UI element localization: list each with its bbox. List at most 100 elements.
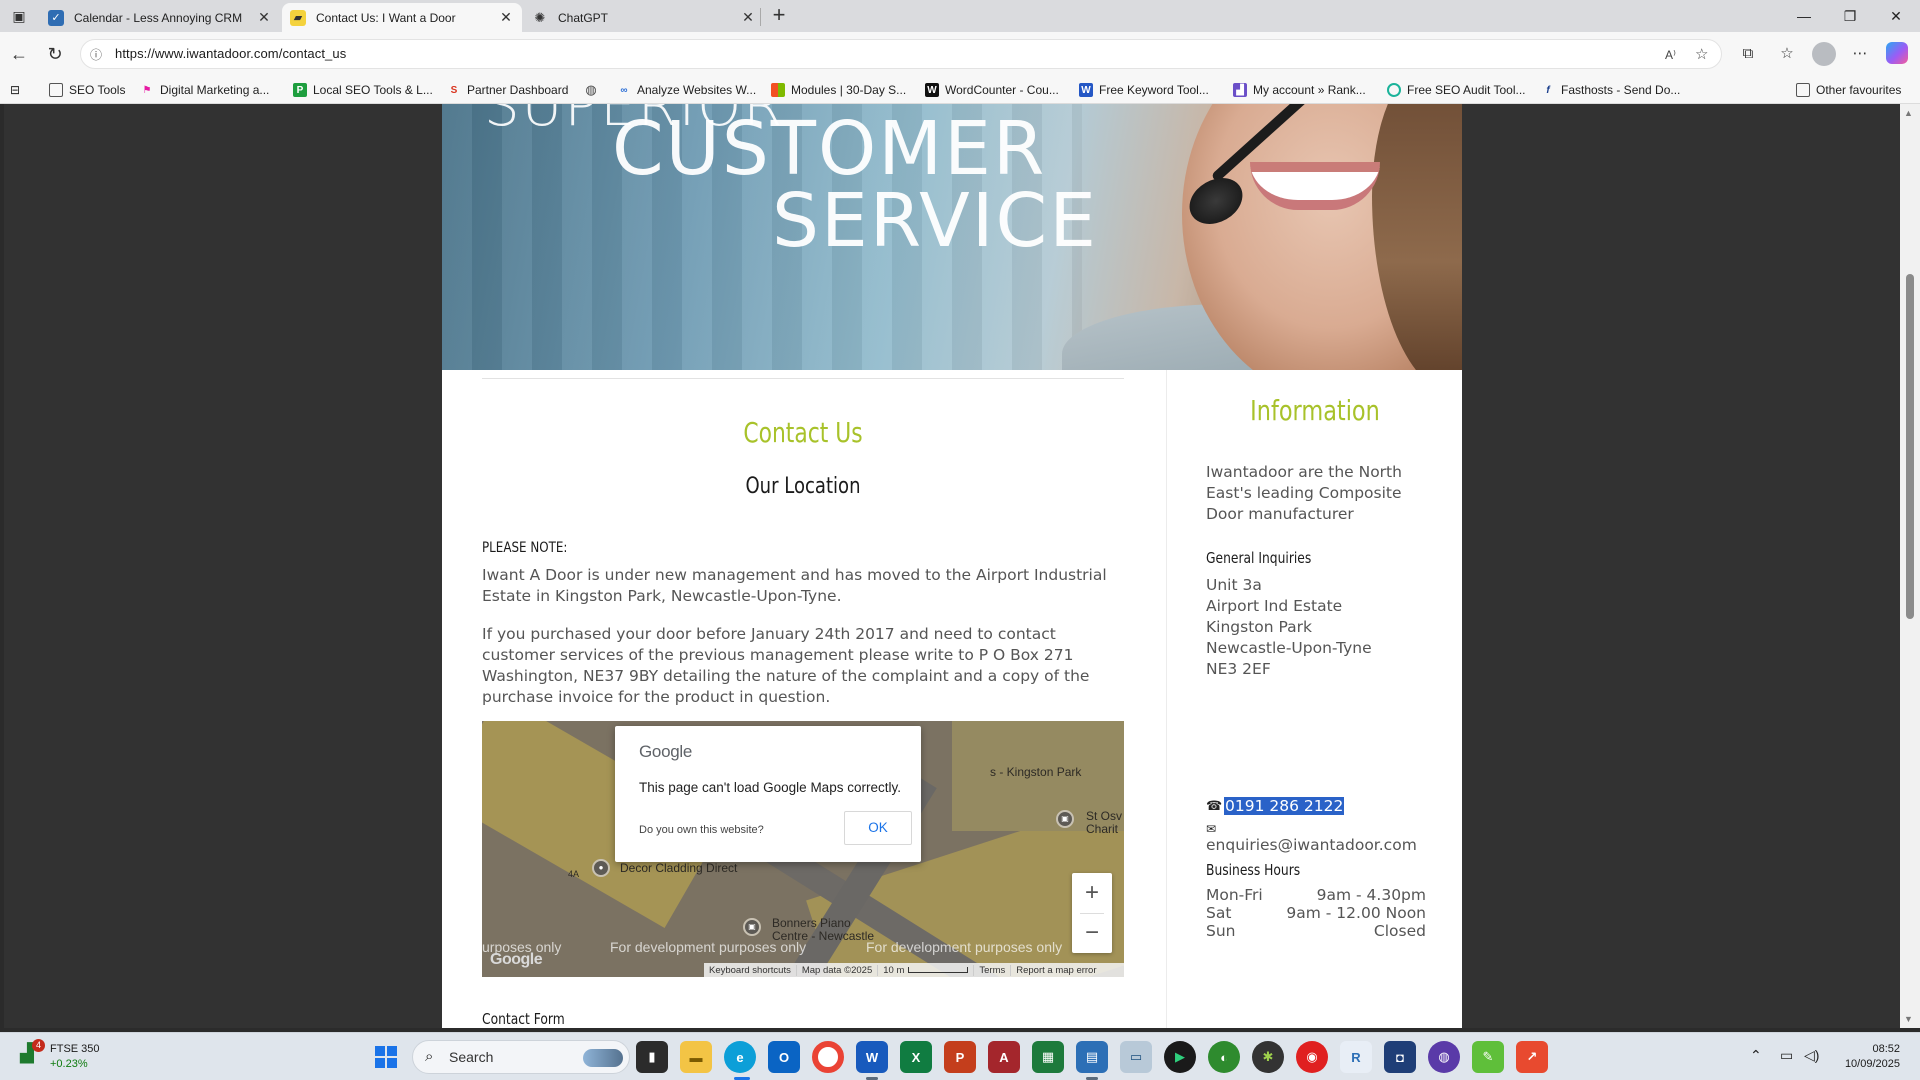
fav-wordcounter[interactable]: W WordCounter - Cou...: [925, 81, 1059, 99]
refresh-button[interactable]: ↻: [42, 41, 68, 67]
tab-calendar-crm[interactable]: ✓ Calendar - Less Annoying CRM ✕: [40, 3, 280, 32]
dialog-question[interactable]: Do you own this website?: [639, 824, 764, 836]
google-logo[interactable]: Google: [490, 951, 543, 969]
favourites-icon[interactable]: ☆: [1775, 42, 1799, 66]
profile-avatar[interactable]: [1812, 42, 1836, 66]
scroll-up-icon[interactable]: ▲: [1904, 108, 1913, 118]
tab-chatgpt[interactable]: ✺ ChatGPT ✕: [524, 3, 764, 32]
zoom-out-button[interactable]: −: [1072, 913, 1112, 953]
fav-free-keyword[interactable]: W Free Keyword Tool...: [1079, 81, 1209, 99]
outlook-icon[interactable]: O: [768, 1041, 800, 1073]
gear-app-icon[interactable]: ✱: [1252, 1041, 1284, 1073]
purple-app-icon[interactable]: ◍: [1428, 1041, 1460, 1073]
task-view-icon[interactable]: ▮: [636, 1041, 668, 1073]
powerpoint-icon[interactable]: P: [944, 1041, 976, 1073]
close-icon[interactable]: ✕: [498, 9, 514, 26]
url-text[interactable]: https://www.iwantadoor.com/contact_us: [115, 46, 346, 61]
site-info-icon[interactable]: ⓘ: [90, 46, 102, 63]
minimize-button[interactable]: —: [1781, 0, 1827, 32]
fav-local-seo-tools[interactable]: P Local SEO Tools & L...: [293, 81, 433, 99]
map-zoom-control: + −: [1072, 873, 1112, 953]
access-icon[interactable]: A: [988, 1041, 1020, 1073]
fav-seo-tools[interactable]: SEO Tools: [49, 81, 125, 99]
map-scale[interactable]: 10 m: [878, 964, 975, 976]
fav-modules[interactable]: Modules | 30-Day S...: [771, 81, 906, 99]
extensions-icon[interactable]: ⧉: [1736, 42, 1760, 66]
back-button[interactable]: ←: [6, 41, 32, 67]
map-error-dialog: Google This page can't load Google Maps …: [615, 726, 921, 862]
volume-icon[interactable]: ◁): [1804, 1047, 1819, 1064]
chrome-icon[interactable]: [812, 1041, 844, 1073]
rdp-icon[interactable]: ▭: [1120, 1041, 1152, 1073]
dialog-ok-button[interactable]: OK: [844, 811, 912, 845]
close-icon[interactable]: ✕: [740, 9, 756, 26]
publisher-icon[interactable]: ▦: [1032, 1041, 1064, 1073]
favourite-star-icon[interactable]: ☆: [1695, 45, 1708, 63]
address-bar[interactable]: ⓘ https://www.iwantadoor.com/contact_us …: [80, 39, 1722, 69]
map-lock-pin-icon[interactable]: ▣: [743, 918, 761, 936]
localseo-icon: P: [293, 83, 307, 97]
red-app-icon[interactable]: ◉: [1296, 1041, 1328, 1073]
calculator-app-icon[interactable]: ▤: [1076, 1041, 1108, 1073]
fav-other-favourites[interactable]: Other favourites: [1796, 81, 1901, 99]
map-label-unit: 4A: [568, 869, 580, 879]
remote-app-icon[interactable]: R: [1340, 1041, 1372, 1073]
read-aloud-icon[interactable]: A⁾: [1665, 48, 1676, 62]
map-label-decor[interactable]: Decor Cladding Direct: [620, 861, 737, 875]
map-dev-watermark: For development purposes only: [610, 939, 807, 955]
fav-globe[interactable]: ◍: [584, 81, 604, 99]
map-label-charit[interactable]: Charit: [1086, 822, 1118, 836]
map-lock-pin-icon[interactable]: ▣: [1056, 810, 1074, 828]
fav-partner-dashboard[interactable]: S Partner Dashboard: [447, 81, 569, 99]
page-scrollbar[interactable]: ▲ ▼: [1900, 104, 1920, 1028]
tab-contact-us[interactable]: ▰ Contact Us: I Want a Door ✕: [282, 3, 522, 32]
general-inquiries-heading: General Inquiries: [1206, 549, 1312, 567]
green-app-icon[interactable]: ◐: [1208, 1041, 1240, 1073]
close-window-button[interactable]: ✕: [1873, 0, 1919, 32]
flag-icon: ⚑: [142, 84, 152, 96]
taskbar-search[interactable]: ⌕ Search: [412, 1040, 630, 1074]
widget-badge: 4: [32, 1039, 45, 1052]
collections-icon[interactable]: ⊟: [10, 81, 20, 99]
map-data-text: Map data ©2025: [797, 964, 879, 976]
media-icon[interactable]: ▶: [1164, 1041, 1196, 1073]
fav-digital-marketing[interactable]: ⚑ Digital Marketing a...: [140, 81, 270, 99]
map-label-kingston[interactable]: s - Kingston Park: [990, 765, 1081, 779]
tab-actions-icon[interactable]: ▣: [8, 6, 30, 26]
widget-value[interactable]: +0.23%: [50, 1058, 88, 1070]
map-label-bonners[interactable]: Bonners Piano: [772, 916, 851, 930]
close-icon[interactable]: ✕: [256, 9, 272, 26]
terms-link[interactable]: Terms: [974, 964, 1012, 976]
start-button[interactable]: [375, 1046, 397, 1068]
google-map[interactable]: s - Kingston Park ▣ St Osv Charit 4A ● D…: [482, 721, 1124, 977]
scrollbar-thumb[interactable]: [1906, 274, 1914, 619]
restore-button[interactable]: ❐: [1827, 0, 1873, 32]
keyboard-shortcuts-link[interactable]: Keyboard shortcuts: [704, 964, 797, 976]
clock-time: 08:52: [1872, 1043, 1900, 1055]
copilot-icon[interactable]: [1886, 42, 1908, 64]
phone-number[interactable]: 0191 286 2122: [1224, 797, 1345, 815]
widget-name[interactable]: FTSE 350: [50, 1043, 100, 1055]
fav-analyze-websites[interactable]: ∞ Analyze Websites W...: [617, 81, 756, 99]
zoom-in-button[interactable]: +: [1072, 873, 1112, 913]
edge-icon[interactable]: e: [724, 1041, 756, 1073]
file-explorer-icon[interactable]: ▬: [680, 1041, 712, 1073]
new-tab-button[interactable]: +: [766, 3, 792, 29]
word-icon[interactable]: W: [856, 1041, 888, 1073]
more-icon[interactable]: ⋯: [1848, 42, 1872, 66]
map-label-st-os[interactable]: St Osv: [1086, 809, 1122, 823]
chevron-up-icon[interactable]: ⌃: [1750, 1047, 1762, 1064]
fav-fasthosts[interactable]: f Fasthosts - Send Do...: [1541, 81, 1680, 99]
taskbar-clock[interactable]: 08:52 10/09/2025: [1830, 1042, 1900, 1072]
fav-rank[interactable]: ▟ My account » Rank...: [1233, 81, 1366, 99]
report-map-error-link[interactable]: Report a map error: [1011, 965, 1101, 976]
blue-app-icon[interactable]: ◘: [1384, 1041, 1416, 1073]
map-place-pin-icon[interactable]: ●: [592, 859, 610, 877]
scroll-down-icon[interactable]: ▼: [1904, 1014, 1913, 1024]
fav-seo-audit[interactable]: Free SEO Audit Tool...: [1387, 81, 1526, 99]
excel-icon[interactable]: X: [900, 1041, 932, 1073]
green-tool-icon[interactable]: ✎: [1472, 1041, 1504, 1073]
email-link[interactable]: enquiries@iwantadoor.com: [1206, 835, 1417, 856]
orange-app-icon[interactable]: ↗: [1516, 1041, 1548, 1073]
network-icon[interactable]: ▭: [1780, 1047, 1793, 1064]
